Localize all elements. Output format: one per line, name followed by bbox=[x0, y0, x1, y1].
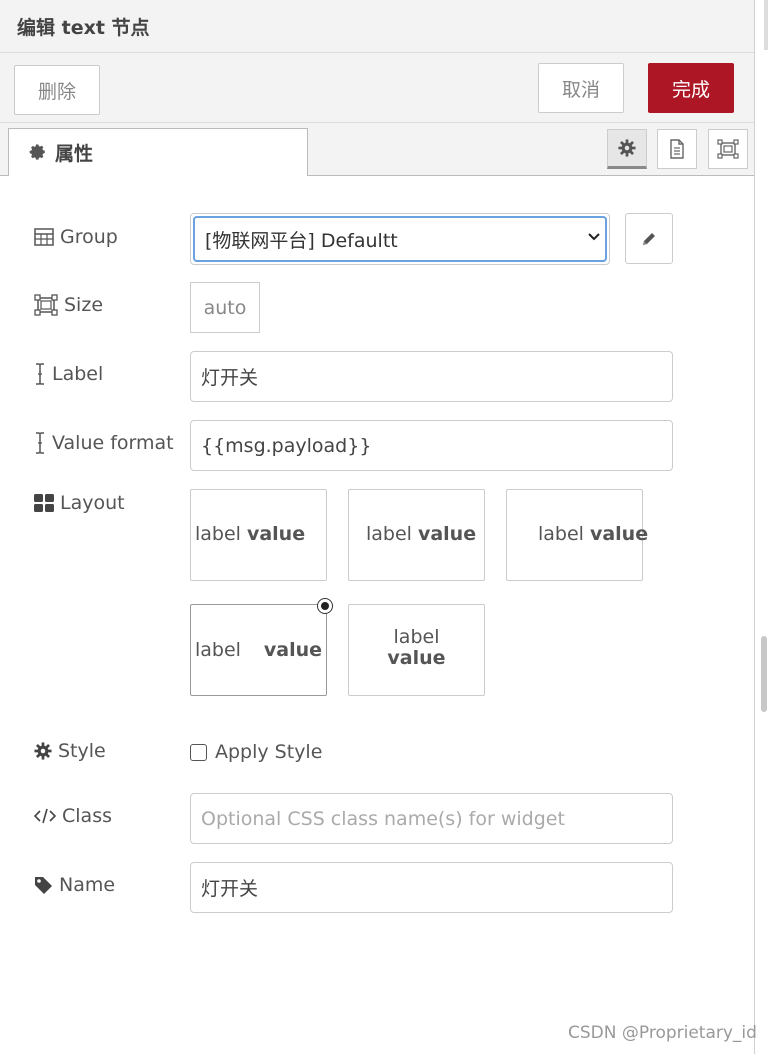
grid-icon bbox=[34, 494, 54, 512]
delete-button[interactable]: 删除 bbox=[14, 65, 100, 115]
watermark: CSDN @Proprietary_id bbox=[568, 1023, 757, 1043]
layout-label: Layout bbox=[34, 492, 125, 514]
pencil-icon bbox=[643, 232, 655, 245]
class-input[interactable]: Optional CSS class name(s) for widget bbox=[190, 793, 673, 844]
layout-option-value: value bbox=[589, 523, 649, 545]
size-label-text: Size bbox=[64, 294, 104, 316]
gear-icon bbox=[618, 139, 636, 157]
apply-style-option[interactable]: Apply Style bbox=[190, 741, 322, 763]
tab-properties[interactable]: 属性 bbox=[8, 128, 308, 176]
settings-tab-button[interactable] bbox=[607, 129, 647, 169]
layout-option-row-left[interactable]: label value bbox=[190, 489, 327, 581]
tag-icon bbox=[35, 876, 52, 894]
name-label: Name bbox=[34, 874, 115, 896]
apply-style-checkbox[interactable] bbox=[190, 743, 207, 761]
tab-properties-label: 属性 bbox=[55, 143, 94, 165]
layout-option-row-right[interactable]: label value bbox=[506, 489, 648, 581]
dialog-header: 编辑 text 节点 bbox=[0, 0, 754, 53]
layout-option-column[interactable]: label value bbox=[348, 604, 485, 696]
value-format-input[interactable]: {{msg.payload}} bbox=[190, 420, 673, 471]
size-button[interactable]: auto bbox=[190, 282, 260, 333]
edit-dialog: 编辑 text 节点 删除 取消 完成 属性 Group [物联网平台] Def… bbox=[0, 0, 755, 1054]
edit-group-button[interactable] bbox=[625, 213, 673, 264]
tab-bar: 属性 bbox=[0, 123, 754, 176]
cancel-button[interactable]: 取消 bbox=[538, 63, 624, 113]
chevron-down-icon bbox=[588, 233, 600, 241]
dialog-toolbar: 删除 取消 完成 bbox=[0, 53, 754, 123]
size-label: Size bbox=[34, 294, 103, 316]
appearance-tab-button[interactable] bbox=[708, 129, 748, 169]
properties-form: Group [物联网平台] Defaultt Size auto Label 灯… bbox=[0, 176, 754, 1054]
layout-option-label: label bbox=[195, 523, 241, 545]
layout-option-row-center[interactable]: label value bbox=[348, 489, 485, 581]
code-icon bbox=[34, 808, 56, 824]
layout-option-value: value bbox=[263, 639, 322, 661]
dialog-title: 编辑 text 节点 bbox=[17, 17, 150, 39]
group-label: Group bbox=[34, 226, 118, 248]
value-format-label-text: Value format bbox=[52, 432, 174, 454]
label-field-label-text: Label bbox=[52, 363, 104, 385]
layout-option-label: label bbox=[393, 626, 440, 648]
document-icon bbox=[670, 139, 684, 159]
description-tab-button[interactable] bbox=[657, 129, 697, 169]
done-button[interactable]: 完成 bbox=[648, 63, 734, 113]
layout-option-label: label bbox=[538, 523, 584, 545]
layout-option-value: value bbox=[246, 523, 306, 545]
label-field-label: Label bbox=[34, 363, 103, 385]
group-label-text: Group bbox=[60, 226, 118, 248]
layout-option-label: label bbox=[195, 639, 241, 661]
frame-icon bbox=[717, 139, 739, 159]
scrollbar-thumb[interactable] bbox=[761, 636, 767, 712]
text-cursor-icon bbox=[36, 363, 44, 385]
gear-icon bbox=[29, 144, 45, 160]
group-select[interactable]: [物联网平台] Defaultt bbox=[190, 213, 610, 265]
class-label-text: Class bbox=[62, 805, 112, 827]
apply-style-label: Apply Style bbox=[215, 741, 323, 763]
name-input[interactable]: 灯开关 bbox=[190, 862, 673, 913]
table-icon bbox=[34, 228, 54, 246]
name-label-text: Name bbox=[59, 874, 116, 896]
scroll-track-top bbox=[764, 0, 768, 50]
selected-radio-indicator bbox=[317, 598, 333, 614]
value-format-label: Value format bbox=[34, 432, 174, 454]
layout-option-value: value bbox=[387, 647, 446, 669]
label-input[interactable]: 灯开关 bbox=[190, 351, 673, 402]
class-label: Class bbox=[34, 805, 112, 827]
style-label: Style bbox=[34, 740, 106, 762]
style-label-text: Style bbox=[58, 740, 106, 762]
gear-icon bbox=[34, 742, 52, 760]
text-cursor-icon bbox=[36, 432, 44, 454]
layout-option-spread[interactable]: label value bbox=[190, 598, 333, 696]
layout-label-text: Layout bbox=[60, 492, 125, 514]
right-scroll-area bbox=[756, 0, 772, 1054]
group-select-value: [物联网平台] Defaultt bbox=[205, 229, 398, 252]
layout-option-value: value bbox=[417, 523, 477, 545]
layout-option-label: label bbox=[366, 523, 412, 545]
resize-frame-icon bbox=[34, 294, 58, 316]
